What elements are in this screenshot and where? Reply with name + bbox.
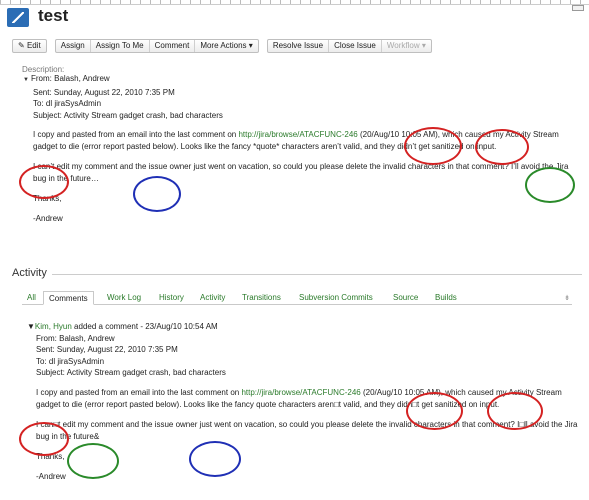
edit-button[interactable]: ✎ Edit	[13, 40, 46, 52]
issue-link[interactable]: http://jira/browse/ATACFUNC-246	[241, 388, 360, 397]
issue-header: test	[0, 5, 589, 31]
red-annotation-circle	[406, 392, 463, 430]
workflow-button[interactable]: Workflow ▾	[382, 40, 431, 52]
jira-logo-icon	[7, 8, 29, 27]
activity-tabs: All Comments Work Log History Activity T…	[22, 291, 572, 305]
paragraph-text: I copy and pasted from an email into the…	[33, 130, 239, 139]
comment-button[interactable]: Comment	[150, 40, 196, 52]
chevron-down-icon: ▾	[246, 41, 253, 50]
issue-link[interactable]: http://jira/browse/ATACFUNC-246	[238, 130, 357, 139]
close-issue-button[interactable]: Close Issue	[329, 40, 382, 52]
issue-toolbar: ✎ Edit Assign Assign To Me Comment More …	[12, 39, 432, 53]
green-annotation-circle	[67, 443, 119, 479]
tab-transitions[interactable]: Transitions	[237, 291, 286, 305]
email-from: From: Balash, Andrew	[36, 333, 115, 343]
email-sent: Sent: Sunday, August 22, 2010 7:35 PM	[33, 87, 175, 97]
green-annotation-circle	[525, 167, 575, 203]
email-subject: Subject: Activity Stream gadget crash, b…	[36, 368, 226, 377]
tab-source[interactable]: Source	[388, 291, 423, 305]
divider	[52, 274, 582, 275]
assign-to-me-button[interactable]: Assign To Me	[91, 40, 150, 52]
pencil-icon: ✎	[18, 41, 27, 50]
comment-meta: added a comment - 23/Aug/10 10:54 AM	[71, 322, 218, 331]
email-to: To: dl jiraSysAdmin	[36, 356, 105, 366]
red-annotation-circle	[487, 392, 543, 430]
comment-author[interactable]: Kim, Hyun	[35, 322, 72, 331]
tab-history[interactable]: History	[154, 291, 189, 305]
email-from: From: Balash, Andrew	[31, 74, 110, 83]
tab-subversion-commits[interactable]: Subversion Commits	[294, 291, 378, 305]
more-actions-label: More Actions	[200, 41, 247, 50]
red-annotation-circle	[19, 165, 69, 199]
more-actions-button[interactable]: More Actions ▾	[195, 40, 258, 52]
email-to: To: dl jiraSysAdmin	[33, 99, 102, 108]
activity-heading: Activity	[12, 267, 47, 279]
email-sent: Sent: Sunday, August 22, 2010 7:35 PM	[36, 345, 178, 354]
assign-button[interactable]: Assign	[56, 40, 91, 52]
blue-annotation-circle	[189, 441, 241, 477]
description-signature: -Andrew	[33, 214, 63, 223]
description-thanks: Thanks,	[33, 194, 62, 203]
chevron-down-icon: ▾	[419, 41, 426, 50]
actions-group: Assign Assign To Me Comment More Actions…	[54, 39, 259, 53]
red-annotation-circle	[19, 422, 69, 456]
edit-label: Edit	[26, 41, 41, 50]
workflow-group: Resolve Issue Close Issue Workflow ▾	[266, 39, 432, 53]
tab-activity[interactable]: Activity	[195, 291, 230, 305]
sort-order-icon[interactable]: ⇟	[564, 294, 570, 302]
tab-all[interactable]: All	[22, 291, 41, 305]
tab-builds[interactable]: Builds	[430, 291, 462, 305]
tab-work-log[interactable]: Work Log	[102, 291, 146, 305]
paragraph-text: I copy and pasted from an email into the…	[36, 387, 242, 397]
edit-group: ✎ Edit	[12, 39, 47, 53]
blue-annotation-circle	[133, 176, 181, 212]
email-subject: Subject: Activity Stream gadget crash, b…	[33, 110, 223, 120]
resolve-issue-button[interactable]: Resolve Issue	[268, 40, 330, 52]
scrollbar-handle[interactable]	[572, 5, 584, 11]
page-title: test	[38, 6, 69, 25]
red-annotation-circle	[404, 127, 462, 165]
workflow-label: Workflow	[386, 41, 420, 50]
tab-comments[interactable]: Comments	[43, 291, 94, 305]
red-annotation-circle	[475, 129, 529, 165]
collapse-triangle-icon[interactable]: ▼	[27, 322, 35, 331]
collapse-triangle-icon[interactable]: ▼	[23, 75, 31, 87]
